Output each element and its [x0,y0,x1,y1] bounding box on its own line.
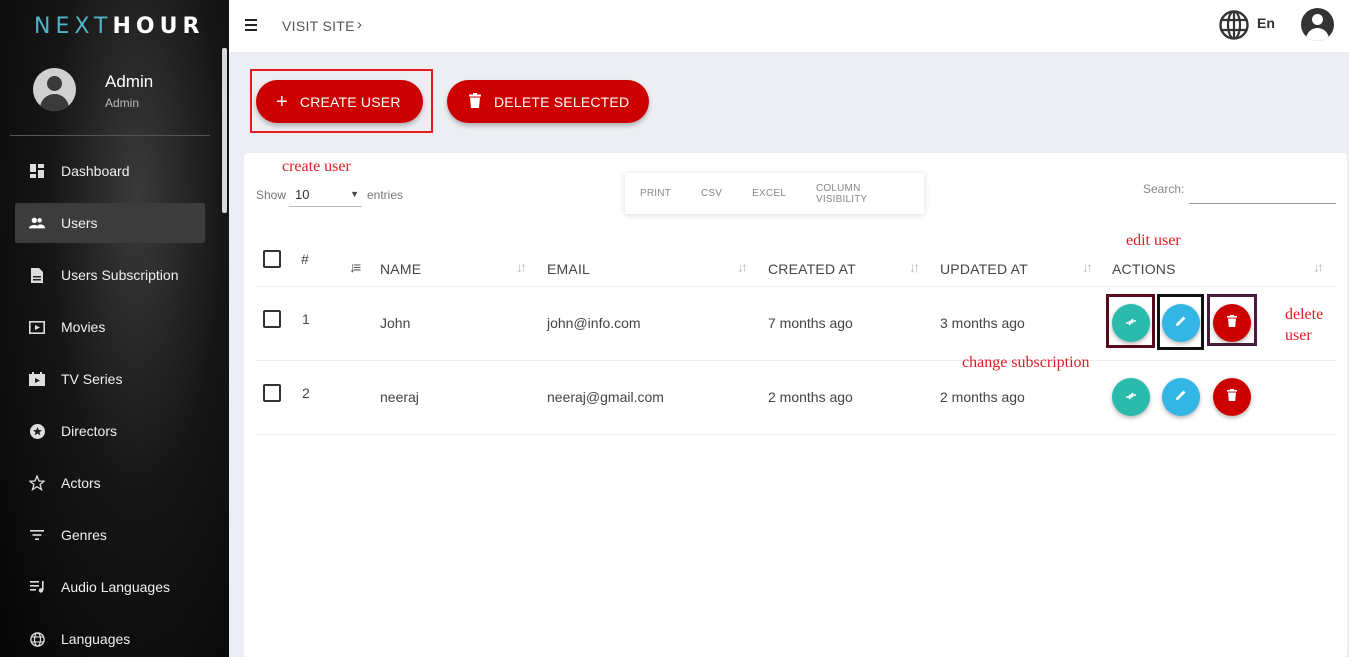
show-label: Show [256,188,287,202]
row-num: 2 [302,385,310,401]
sidebar-item-tv-series[interactable]: TV Series [15,359,205,399]
sort-icon[interactable]: ↓↑ [516,259,527,275]
row-created-at: 7 months ago [768,315,853,331]
change-subscription-button[interactable] [1112,378,1150,416]
csv-button[interactable]: CSV [701,188,722,199]
row-updated-at: 2 months ago [940,389,1025,405]
sidebar-item-users-subscription[interactable]: Users Subscription [15,255,205,295]
sidebar-item-audio-languages[interactable]: Audio Languages [15,567,205,607]
row-checkbox[interactable] [263,384,281,402]
annotation-delete-user-2: user [1285,327,1312,344]
tv-icon [29,371,45,387]
logo[interactable]: NEXTHOUR [34,14,204,39]
swap-icon [1125,314,1137,332]
create-user-button[interactable]: + CREATE USER [256,80,423,123]
star-icon [29,475,45,491]
search-input[interactable] [1189,178,1336,204]
sidebar-item-actors[interactable]: Actors [15,463,205,503]
delete-selected-button[interactable]: DELETE SELECTED [447,80,649,123]
menu-icon[interactable] [245,19,257,34]
trash-icon [1227,388,1237,406]
row-name: John [380,315,411,331]
sort-icon[interactable]: ↓↑ [909,259,920,275]
movie-icon [29,319,45,335]
entries-label: entries [367,188,404,202]
header-created-at[interactable]: CREATED AT [768,261,856,277]
admin-role: Admin [105,96,140,110]
admin-avatar [33,68,76,111]
sort-icon[interactable]: ↓↑ [737,259,748,275]
filter-icon [29,527,45,543]
caret-down-icon: ▼ [350,189,359,199]
row-divider [256,360,1336,361]
annotation-delete-user-1: delete [1285,306,1324,323]
header-name[interactable]: NAME [380,261,421,277]
search-label: Search: [1143,182,1185,196]
sidebar-divider [10,135,210,136]
print-button[interactable]: PRINT [640,188,671,199]
row-divider [256,286,1336,287]
edit-user-button[interactable] [1162,304,1200,342]
sidebar-item-movies[interactable]: Movies [15,307,205,347]
row-created-at: 2 months ago [768,389,853,405]
row-name: neeraj [380,389,419,405]
excel-button[interactable]: EXCEL [752,188,786,199]
header-num: # [301,251,309,267]
select-all-checkbox[interactable] [263,250,281,268]
delete-user-button[interactable] [1213,304,1251,342]
top-bar: VISIT SITE › En [229,0,1349,52]
header-updated-at[interactable]: UPDATED AT [940,261,1028,277]
column-visibility-button[interactable]: COLUMN VISIBILITY [816,183,909,205]
playlist-icon [29,579,45,595]
swap-icon [1125,388,1137,406]
sort-icon[interactable]: ↓↑ [1313,259,1324,275]
sidebar-item-directors[interactable]: Directors [15,411,205,451]
sidebar-item-dashboard[interactable]: Dashboard [15,151,205,191]
visit-site-link[interactable]: VISIT SITE [282,18,355,34]
annotation-change-subscription: change subscription [962,354,1090,371]
dashboard-icon [29,163,45,179]
plus-icon: + [276,90,288,113]
chevron-right-icon: › [357,16,362,33]
sidebar-scrollbar[interactable] [222,48,227,213]
sort-desc-icon[interactable]: ↓≡ [349,259,361,275]
pencil-icon [1175,388,1187,406]
document-icon [29,267,45,283]
row-checkbox[interactable] [263,310,281,328]
language-globe-icon[interactable] [1218,9,1250,46]
delete-user-button[interactable] [1213,378,1251,416]
entries-select[interactable]: 10 ▼ [289,183,362,207]
profile-avatar[interactable] [1301,8,1334,41]
edit-user-button[interactable] [1162,378,1200,416]
sidebar-item-users[interactable]: Users [15,203,205,243]
sidebar: NEXTHOUR Admin Admin Dashboard Users Use… [0,0,229,657]
change-subscription-button[interactable] [1112,304,1150,342]
row-email: john@info.com [547,315,641,331]
row-divider [256,434,1336,435]
trash-icon [469,92,481,111]
globe-icon [29,631,45,647]
language-label[interactable]: En [1257,15,1275,31]
admin-name: Admin [105,72,154,91]
row-updated-at: 3 months ago [940,315,1025,331]
annotation-create-user: create user [282,158,351,175]
sort-icon[interactable]: ↓↑ [1082,259,1093,275]
users-icon [29,215,45,231]
sidebar-item-genres[interactable]: Genres [15,515,205,555]
row-num: 1 [302,311,310,327]
annotation-edit-user: edit user [1126,232,1181,249]
pencil-icon [1175,314,1187,332]
star-circle-icon [29,423,45,439]
export-button-group: PRINT CSV EXCEL COLUMN VISIBILITY [625,173,924,214]
header-actions: ACTIONS [1112,261,1176,277]
sidebar-item-languages[interactable]: Languages [15,619,205,657]
header-email[interactable]: EMAIL [547,261,590,277]
row-email: neeraj@gmail.com [547,389,664,405]
trash-icon [1227,314,1237,332]
